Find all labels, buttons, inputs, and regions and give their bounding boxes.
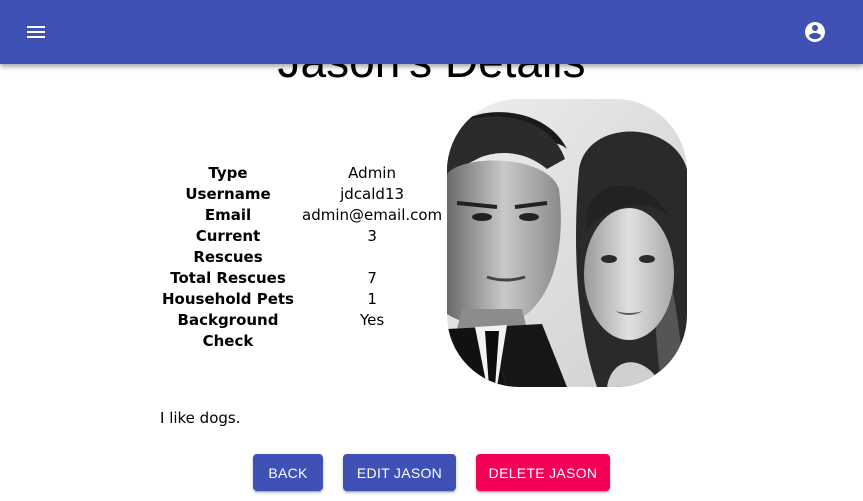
- bio-text: I like dogs.: [160, 409, 241, 427]
- detail-label: Total Rescues: [170, 269, 286, 287]
- profile-photo: [447, 99, 687, 387]
- detail-value: jdcald13: [340, 185, 405, 203]
- detail-label: Background Check: [177, 311, 279, 350]
- delete-user-button[interactable]: DELETE JASON: [476, 454, 610, 491]
- detail-label: Email: [204, 206, 252, 224]
- detail-value: Admin: [348, 164, 396, 182]
- detail-value: admin@email.com: [302, 206, 443, 224]
- detail-value: Yes: [359, 311, 385, 329]
- detail-row-email: Email admin@email.com: [158, 205, 446, 226]
- detail-label: Type: [208, 164, 248, 182]
- profile-photo-illustration: [447, 99, 687, 387]
- detail-row-username: Username jdcald13: [158, 184, 446, 205]
- account-circle-icon: [805, 22, 825, 42]
- detail-label: Current Rescues: [193, 227, 263, 266]
- detail-row-background-check: Background Check Yes: [158, 310, 446, 352]
- detail-label: Household Pets: [162, 290, 294, 308]
- back-button[interactable]: BACK: [253, 454, 323, 491]
- detail-label: Username: [185, 185, 271, 203]
- detail-row-type: Type Admin: [158, 163, 446, 184]
- account-button[interactable]: [795, 12, 835, 52]
- detail-value: 7: [367, 269, 377, 287]
- detail-row-total-rescues: Total Rescues 7: [158, 268, 446, 289]
- hamburger-menu-icon: [27, 26, 45, 38]
- app-bar: [0, 0, 863, 64]
- detail-row-household-pets: Household Pets 1: [158, 289, 446, 310]
- menu-button[interactable]: [16, 12, 56, 52]
- details-table: Type Admin Username jdcald13 Email admin…: [158, 163, 446, 352]
- edit-user-button[interactable]: EDIT JASON: [343, 454, 456, 491]
- detail-value: 1: [367, 290, 377, 308]
- detail-row-current-rescues: Current Rescues 3: [158, 226, 446, 268]
- detail-value: 3: [367, 227, 377, 245]
